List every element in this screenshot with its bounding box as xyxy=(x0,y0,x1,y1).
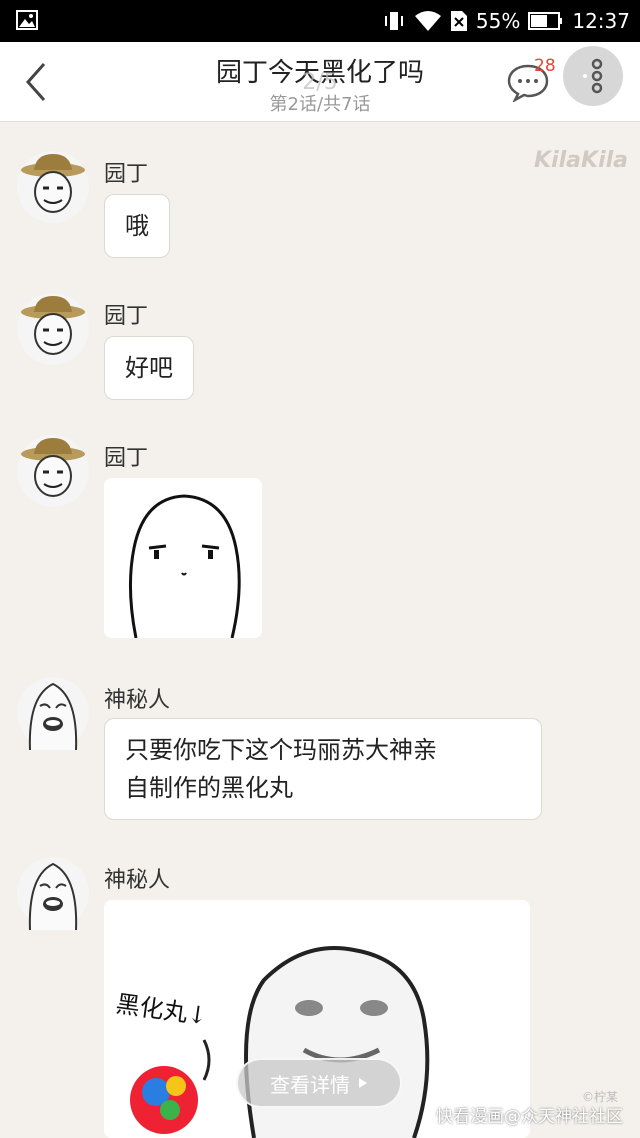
kilakila-watermark: KilaKila xyxy=(534,148,628,173)
battery-percent: 55% xyxy=(475,9,521,33)
message-bubble: 好吧 xyxy=(104,336,194,400)
blank-face-sticker-icon xyxy=(104,478,262,638)
gardener-avatar xyxy=(17,435,89,507)
play-triangle-icon xyxy=(359,1078,367,1088)
bottom-watermark: 快看漫画@众天神社社区 xyxy=(436,1107,623,1127)
more-options-button[interactable] xyxy=(563,46,623,106)
gardener-avatar xyxy=(17,151,89,223)
more-vertical-icon xyxy=(583,58,603,94)
sticker-image[interactable] xyxy=(104,478,262,638)
comment-count-badge: 28 xyxy=(534,56,556,76)
battery-icon xyxy=(528,12,563,30)
mystery-person-avatar xyxy=(17,677,89,750)
view-details-label: 查看详情 xyxy=(270,1072,350,1097)
sender-name: 神秘人 xyxy=(104,868,171,893)
view-details-button[interactable]: 查看详情 xyxy=(236,1058,402,1108)
message-bubble: 只要你吃下这个玛丽苏大神亲 自制作的黑化丸 xyxy=(104,718,542,820)
gallery-icon xyxy=(16,10,38,30)
sender-name: 园丁 xyxy=(104,162,149,187)
copyright-watermark: ©柠某 xyxy=(582,1090,619,1104)
no-sim-icon xyxy=(450,11,467,31)
sender-name: 园丁 xyxy=(104,446,149,471)
wifi-icon xyxy=(414,11,441,31)
message-bubble: 哦 xyxy=(104,194,170,258)
gardener-avatar xyxy=(17,293,89,365)
top-bar: 园丁今天黑化了吗 2/5 第2话/共7话 28 xyxy=(0,42,640,122)
sender-name: 园丁 xyxy=(104,304,149,329)
mystery-person-avatar xyxy=(17,857,89,930)
vibrate-icon xyxy=(384,12,403,30)
sender-name: 神秘人 xyxy=(104,688,171,713)
clock: 12:37 xyxy=(572,9,630,33)
status-bar: 55% 12:37 xyxy=(0,0,640,42)
